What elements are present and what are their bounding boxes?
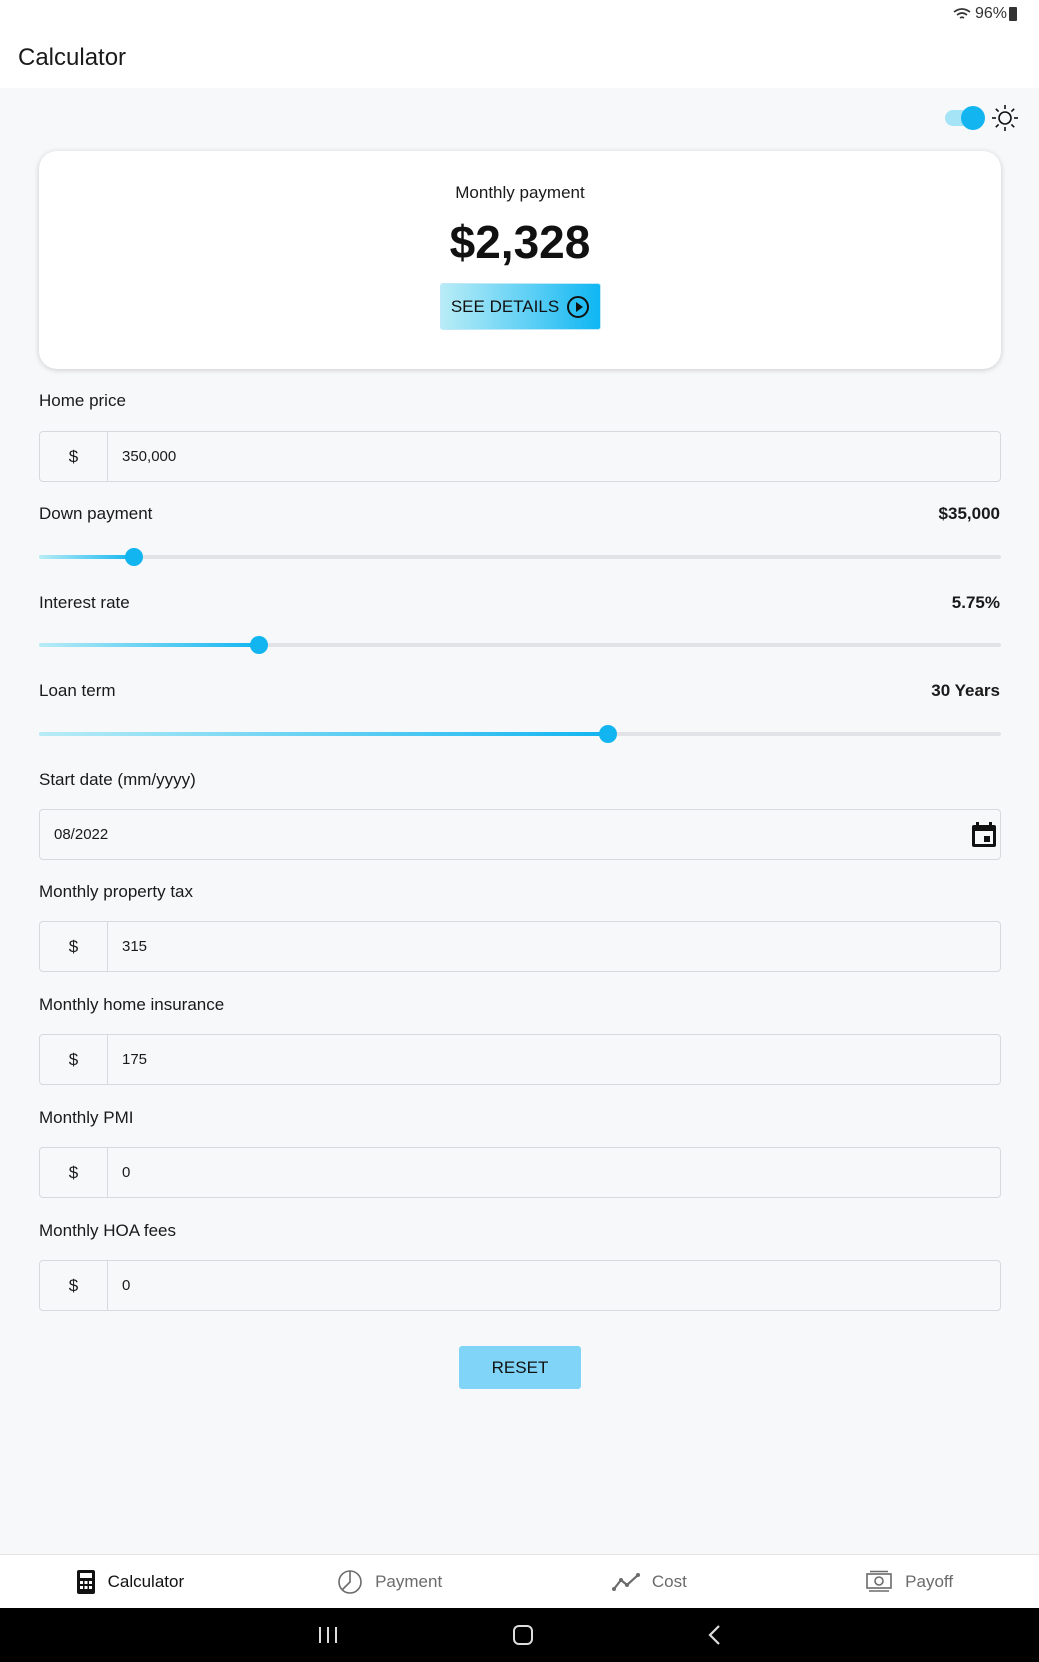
nav-item-payment[interactable]: Payment [260,1555,520,1608]
interest-rate-value: 5.75% [951,593,1000,612]
calculator-icon [76,1569,95,1594]
pie-chart-icon [338,1569,362,1594]
property-tax-input[interactable]: 315 [108,922,1000,971]
calendar-icon[interactable] [970,821,998,849]
down-payment-label: Down payment [39,504,153,523]
monthly-payment-label: Monthly payment [455,183,585,202]
home-insurance-input[interactable]: 175 [108,1035,1000,1084]
interest-rate-slider[interactable] [39,633,1001,657]
monthly-payment-amount: $2,328 [449,216,591,268]
currency-prefix: $ [40,1148,108,1197]
home-icon[interactable] [512,1624,534,1646]
hoa-input[interactable]: 0 [108,1261,1000,1310]
currency-prefix: $ [40,432,108,481]
see-details-button[interactable]: SEE DETAILS [439,283,601,330]
home-price-field[interactable]: $ 350,000 [39,431,1001,482]
wifi-icon [953,8,971,19]
battery-percent: 96% [974,5,1007,22]
nav-item-cost[interactable]: Cost [520,1555,780,1608]
recent-apps-icon[interactable] [317,1625,339,1645]
line-chart-icon [611,1572,640,1591]
property-tax-field[interactable]: $ 315 [39,921,1001,972]
app-bar: Calculator [0,28,1039,88]
start-date-label: Start date (mm/yyyy) [39,770,196,789]
nav-label: Payoff [905,1571,954,1591]
currency-prefix: $ [40,1261,108,1310]
start-date-field[interactable]: 08/2022 [39,809,1001,860]
system-nav-bar [0,1608,1039,1662]
reset-button[interactable]: RESET [459,1346,581,1389]
money-icon [866,1570,892,1592]
back-icon[interactable] [707,1624,723,1646]
status-bar: 96% [0,0,1039,28]
slider-thumb[interactable] [250,636,269,654]
down-payment-slider[interactable] [39,545,1001,569]
pmi-input[interactable]: 0 [108,1148,1000,1197]
page-title: Calculator [18,44,127,71]
home-price-input[interactable]: 350,000 [108,432,1000,481]
property-tax-label: Monthly property tax [39,882,194,901]
nav-label: Cost [651,1571,687,1591]
pmi-label: Monthly PMI [39,1108,134,1127]
monthly-payment-card: Monthly payment $2,328 SEE DETAILS [39,151,1001,369]
nav-item-payoff[interactable]: Payoff [779,1555,1039,1608]
start-date-input[interactable]: 08/2022 [40,810,970,859]
loan-term-label: Loan term [39,681,116,700]
nav-label: Payment [375,1571,443,1591]
bottom-nav: Calculator Payment Cost Payoff [0,1554,1039,1608]
slider-thumb[interactable] [125,548,144,566]
interest-rate-label: Interest rate [39,593,130,612]
play-circle-icon [567,295,590,318]
currency-prefix: $ [40,922,108,971]
currency-prefix: $ [40,1035,108,1084]
home-insurance-label: Monthly home insurance [39,995,225,1014]
theme-toggle[interactable] [945,106,985,130]
slider-thumb[interactable] [598,725,617,743]
theme-controls [945,104,1019,132]
home-price-label: Home price [39,391,126,410]
home-insurance-field[interactable]: $ 175 [39,1034,1001,1085]
hoa-label: Monthly HOA fees [39,1221,177,1240]
loan-term-slider[interactable] [39,722,1001,746]
pmi-field[interactable]: $ 0 [39,1147,1001,1198]
down-payment-value: $35,000 [938,504,1000,523]
loan-term-value: 30 Years [931,681,1000,700]
nav-item-calculator[interactable]: Calculator [0,1555,260,1608]
see-details-label: SEE DETAILS [450,296,560,316]
hoa-field[interactable]: $ 0 [39,1260,1001,1311]
sun-icon[interactable] [991,104,1019,132]
battery-icon [1009,7,1017,21]
nav-label: Calculator [107,1571,185,1591]
